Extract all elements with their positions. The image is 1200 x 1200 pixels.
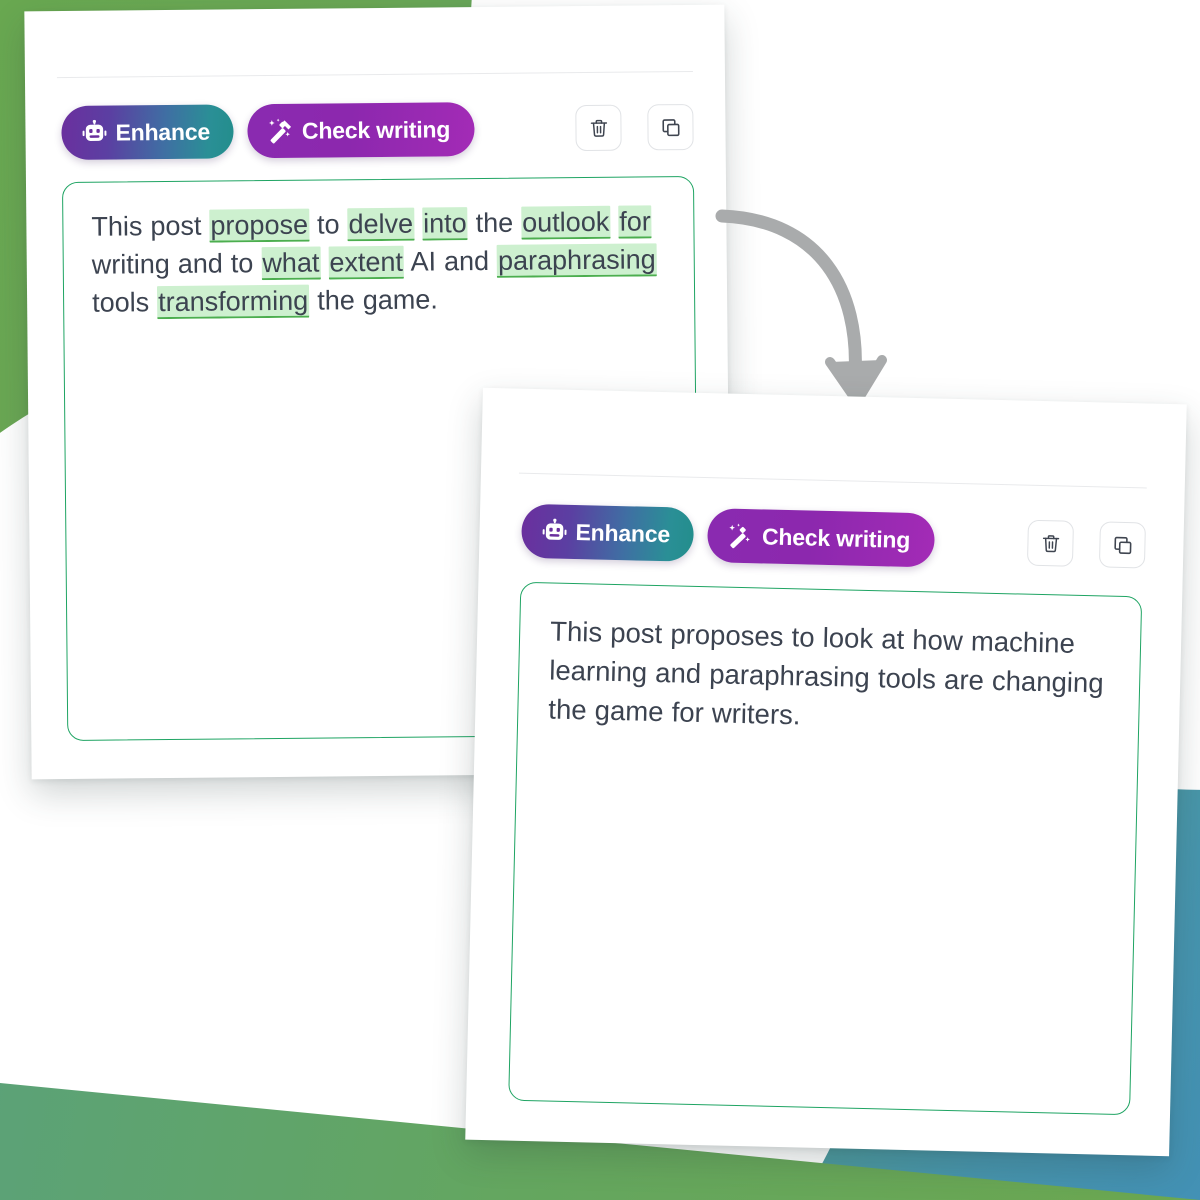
editor-text-run: This post proposes to look at how machin… bbox=[548, 615, 1104, 731]
trash-icon bbox=[588, 117, 609, 138]
copy-button[interactable] bbox=[1098, 521, 1146, 569]
editor-text-run: writing and to bbox=[91, 247, 262, 280]
suggestion-highlight[interactable]: what bbox=[261, 246, 321, 280]
editor-text-run: This post bbox=[91, 210, 210, 242]
magic-wand-icon bbox=[728, 523, 755, 550]
card-header-space bbox=[24, 5, 725, 78]
suggestion-highlight[interactable]: delve bbox=[347, 207, 415, 242]
check-writing-button-label: Check writing bbox=[301, 115, 451, 144]
editor-text-run: to bbox=[308, 209, 348, 240]
check-writing-button[interactable]: Check writing bbox=[247, 102, 475, 159]
editor-toolbar: Enhance Check writing bbox=[479, 473, 1185, 574]
copy-icon bbox=[1112, 534, 1133, 555]
card-header-space bbox=[481, 388, 1187, 489]
toolbar-spacer bbox=[948, 541, 1001, 542]
suggestion-highlight[interactable]: propose bbox=[209, 208, 310, 243]
editor-content-before: This post propose to delve into the outl… bbox=[91, 203, 668, 322]
editor-text-run bbox=[610, 207, 618, 237]
delete-button[interactable] bbox=[1026, 519, 1074, 567]
enhance-button[interactable]: Enhance bbox=[61, 104, 235, 161]
enhance-button[interactable]: Enhance bbox=[520, 503, 695, 562]
enhance-button-label: Enhance bbox=[115, 118, 211, 146]
editor-text-run: the game. bbox=[309, 284, 438, 316]
suggestion-highlight[interactable]: extent bbox=[328, 245, 405, 280]
suggestion-highlight[interactable]: for bbox=[618, 205, 652, 239]
editor-text-run: AI and bbox=[403, 245, 498, 277]
suggestion-highlight[interactable]: outlook bbox=[521, 205, 611, 240]
copy-button[interactable] bbox=[647, 103, 694, 151]
check-writing-button-label: Check writing bbox=[761, 522, 911, 553]
check-writing-button[interactable]: Check writing bbox=[707, 508, 935, 568]
screenshot-stage: Enhance Check writing This post propose … bbox=[0, 0, 1200, 1200]
editor-content-after: This post proposes to look at how machin… bbox=[548, 611, 1115, 741]
editor-text-run: the bbox=[467, 207, 522, 239]
suggestion-highlight[interactable]: paraphrasing bbox=[496, 243, 657, 278]
suggestion-highlight[interactable]: into bbox=[421, 207, 468, 241]
trash-icon bbox=[1040, 532, 1061, 553]
copy-icon bbox=[660, 117, 681, 138]
editor-text-run: tools bbox=[91, 286, 158, 318]
toolbar-spacer bbox=[488, 128, 549, 129]
editor-card-after: Enhance Check writing This post proposes… bbox=[465, 387, 1187, 1157]
editor-text-run bbox=[414, 209, 422, 239]
enhance-button-label: Enhance bbox=[575, 518, 671, 547]
robot-icon bbox=[541, 518, 568, 545]
text-editor-after[interactable]: This post proposes to look at how machin… bbox=[508, 581, 1143, 1116]
suggestion-highlight[interactable]: transforming bbox=[157, 284, 310, 319]
editor-toolbar: Enhance Check writing bbox=[25, 72, 726, 161]
robot-icon bbox=[81, 119, 107, 146]
editor-text-run bbox=[320, 247, 328, 277]
delete-button[interactable] bbox=[575, 104, 622, 152]
magic-wand-icon bbox=[268, 118, 294, 144]
